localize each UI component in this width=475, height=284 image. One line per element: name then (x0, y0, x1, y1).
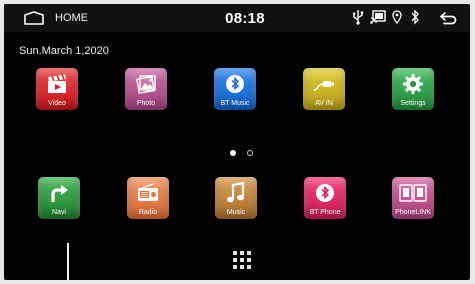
status-bar: HOME 08:18 (4, 4, 470, 32)
app-tile-navi[interactable]: Navi (38, 177, 80, 219)
home-label[interactable]: HOME (55, 12, 88, 24)
back-button[interactable] (439, 11, 459, 30)
app-tile-music[interactable]: Music (215, 177, 257, 219)
app-tile-radio[interactable]: Radio (127, 177, 169, 219)
app-drawer-button[interactable] (233, 251, 253, 271)
grid-icon (233, 251, 253, 271)
pointer-line (67, 243, 69, 280)
app-label: Music (226, 209, 246, 216)
page-dot[interactable] (247, 150, 253, 156)
av-in-icon (303, 71, 345, 97)
date-display: Sun.March 1,2020 (19, 45, 109, 57)
app-tile-bt-phone[interactable]: BT Phone (304, 177, 346, 219)
turn-arrow-icon (38, 180, 80, 206)
cast-icon (370, 10, 386, 29)
clock: 08:18 (225, 10, 265, 27)
app-tile-settings[interactable]: Settings (392, 68, 434, 110)
app-tile-bt-music[interactable]: BT Music (214, 68, 256, 110)
radio-icon (127, 180, 169, 206)
phonelink-icon (392, 180, 434, 206)
bluetooth-phone-icon (304, 180, 346, 206)
app-label: Navi (51, 209, 66, 216)
app-tile-phonelink[interactable]: PhoneLINK (392, 177, 434, 219)
head-unit-screen: HOME 08:18 Sun.March 1,2020 Video Photo … (4, 4, 470, 280)
bluetooth-icon (410, 9, 420, 30)
app-label: Settings (400, 100, 426, 107)
photo-icon (125, 71, 167, 97)
app-label: Photo (136, 100, 156, 107)
app-label: BT Music (220, 100, 250, 107)
bluetooth-music-icon (214, 71, 256, 97)
back-icon (440, 12, 457, 25)
app-label: Video (48, 100, 66, 107)
app-label: BT Phone (309, 209, 341, 216)
gear-icon (392, 71, 434, 97)
home-button[interactable] (22, 10, 46, 26)
app-tile-av-in[interactable]: AV IN (303, 68, 345, 110)
app-label: PhoneLINK (395, 209, 431, 216)
page-dot-active[interactable] (230, 150, 236, 156)
film-clapper-icon (36, 71, 78, 97)
app-label: AV IN (315, 100, 333, 107)
home-icon (24, 11, 44, 25)
app-tile-video[interactable]: Video (36, 68, 78, 110)
music-note-icon (215, 180, 257, 206)
app-tile-photo[interactable]: Photo (125, 68, 167, 110)
location-icon (392, 10, 402, 29)
app-label: Radio (138, 209, 158, 216)
usb-icon (352, 9, 364, 30)
